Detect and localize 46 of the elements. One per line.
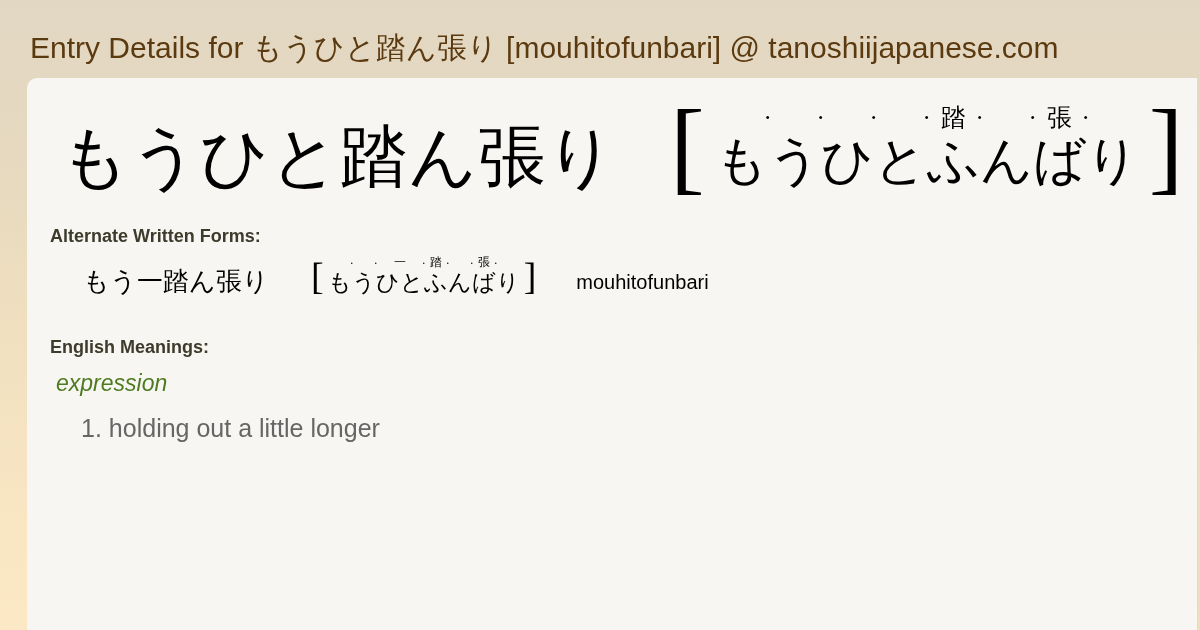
kanji-ruby: 一 <box>393 256 406 270</box>
sense-text: holding out a little longer <box>108 414 380 443</box>
reading-dot: · <box>816 102 825 133</box>
bracket: [ <box>311 256 324 295</box>
bracket: ] <box>523 256 537 295</box>
page-title: Entry Details for もうひと踏ん張り [mouhitofunbari] @ tanoshiijapanese.com <box>30 30 1060 66</box>
kanji-ruby: 張 <box>477 256 490 270</box>
reading-kana: ふ <box>926 132 980 190</box>
reading-dot: · <box>1028 102 1037 133</box>
reading-dot: · <box>373 255 378 270</box>
headword: もうひと踏ん張り <box>60 116 616 191</box>
reading-kana: も <box>714 132 768 190</box>
sense-number: 1. <box>81 414 102 443</box>
bracket: [ <box>670 94 705 198</box>
reading-kana: う <box>351 269 376 296</box>
reading-dot: · <box>975 102 984 133</box>
reading-dot: · <box>1081 102 1090 133</box>
reading-kana: と <box>873 132 927 190</box>
reading-dot: · <box>469 255 474 270</box>
reading-kana: ふ <box>423 269 448 296</box>
kanji-ruby: 張 <box>1046 103 1072 132</box>
reading-kana: も <box>327 269 352 296</box>
romaji: mouhitofunbari <box>576 270 709 295</box>
reading-kana: ひと <box>375 269 424 296</box>
reading-dot: · <box>445 255 450 270</box>
section-heading: Alternate Written Forms: <box>50 226 261 246</box>
reading-kana: ん <box>447 269 472 296</box>
reading-dot: · <box>421 255 426 270</box>
reading-kana: ば <box>471 269 496 296</box>
reading-kana: ば <box>1032 132 1086 190</box>
bracket: ] <box>1148 94 1184 198</box>
reading-dot: · <box>922 102 931 133</box>
reading-dot: · <box>349 255 354 270</box>
reading-kana: り <box>495 269 520 296</box>
reading-kana: ん <box>979 132 1033 190</box>
reading-dot: · <box>493 255 498 270</box>
kanji-ruby: 踏 <box>429 256 442 270</box>
reading-kana: ひ <box>820 132 874 190</box>
kanji-ruby: 踏 <box>940 103 966 132</box>
reading-kana: う <box>767 132 821 190</box>
reading-dot: · <box>763 102 772 133</box>
part-of-speech: expression <box>55 369 168 398</box>
reading-dot: · <box>869 102 878 133</box>
alternate-form: もう一踏ん張り <box>83 265 269 298</box>
reading-kana: り <box>1085 132 1139 190</box>
section-heading: English Meanings: <box>50 337 209 358</box>
